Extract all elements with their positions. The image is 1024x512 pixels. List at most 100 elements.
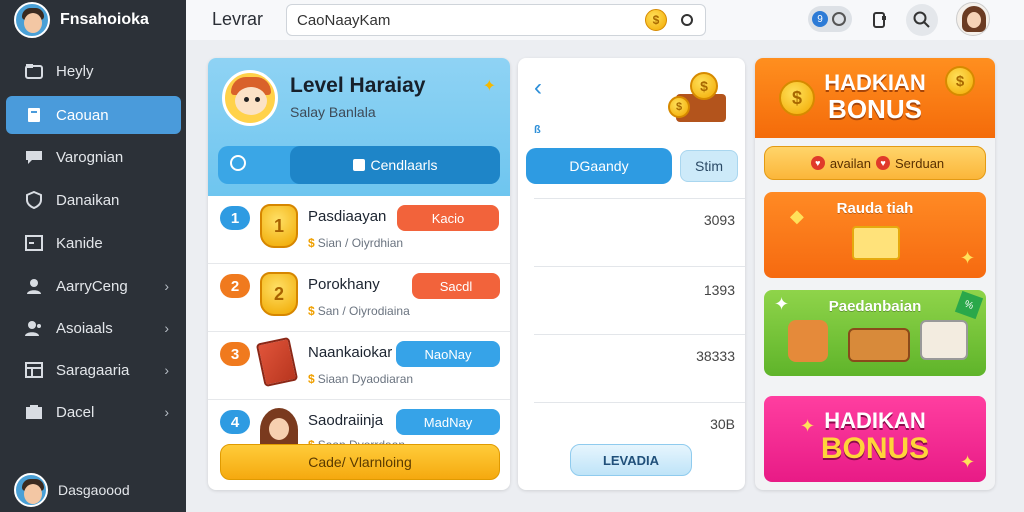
promo-tile-label: Paedanbaian <box>828 298 922 315</box>
brand-avatar <box>14 2 50 38</box>
divider <box>534 198 745 199</box>
brand-name: Fnsahoioka <box>60 11 149 28</box>
sidebar-item-caouan[interactable]: Caouan <box>6 96 181 134</box>
leaderboard-cta-button[interactable]: Cade/ Vlarnloing <box>220 444 500 480</box>
bonus-banner[interactable]: $ $ HADKIAN BONUS <box>755 58 995 138</box>
sidebar-item-asoiaals[interactable]: Asoiaals › <box>6 309 181 347</box>
sidebar-item-danaikan[interactable]: Danaikan <box>6 181 181 219</box>
stats-label: ß <box>534 124 541 136</box>
pink-bonus-line1: HADIKAN <box>824 408 926 433</box>
lock-icon <box>352 159 365 171</box>
stat-value: 3093 <box>703 212 735 228</box>
search-input[interactable] <box>297 11 627 29</box>
leaderboard-row[interactable]: 3 Naankaiokar $ Siaan Dyaodiaran NaoNay <box>208 332 510 400</box>
sidebar-item-heyly[interactable]: Heyly <box>6 52 181 90</box>
sidebar-item-aarryceng[interactable]: AarryCeng › <box>6 267 181 305</box>
leaderboard-panel: Level Haraiay Salay Banlala ✦ Cendlaarls… <box>208 58 510 490</box>
stats-cta-button[interactable]: LEVADIA <box>570 444 692 476</box>
coin-dot-icon: $ <box>308 304 315 318</box>
star-icon: ◆ <box>790 206 804 226</box>
promo-filter-pill[interactable]: ♥ availan ♥ Serduan <box>764 146 986 180</box>
star-icon: ✦ <box>960 452 976 472</box>
sidebar-item-label: Saragaaria <box>56 361 130 379</box>
search-icon[interactable] <box>230 155 246 171</box>
sidebar-item-label: Varognian <box>56 148 124 166</box>
record-icon[interactable] <box>681 14 693 26</box>
footer-username: Dasgaoood <box>58 482 130 498</box>
stats-panel: ‹ ß $ $ DGaandy Stim 3093 1393 38333 30B… <box>518 58 745 490</box>
profile-avatar[interactable] <box>956 2 990 36</box>
sidebar-item-label: Heyly <box>56 62 94 80</box>
trophy-icon: 2 <box>260 272 300 320</box>
primary-stats-button[interactable]: DGaandy <box>526 148 672 184</box>
player-meta: $ Sian / Oiyrdhian <box>308 236 404 250</box>
leaderboard-header: Level Haraiay Salay Banlala ✦ Cendlaarls <box>208 58 510 196</box>
mode-toggle[interactable]: 9 <box>808 6 852 32</box>
player-tag[interactable]: MadNay <box>396 409 500 435</box>
book-icon <box>24 106 44 124</box>
food-box-icon <box>848 328 910 362</box>
user-icon <box>24 277 44 295</box>
sidebar-item-saragaaria[interactable]: Saragaaria › <box>6 351 181 389</box>
topbar: Levrar $ 9 <box>186 0 1024 40</box>
rank-badge: 4 <box>220 410 250 434</box>
coin-dot-icon: $ <box>308 236 315 250</box>
chevron-right-icon: › <box>164 362 169 378</box>
calendar-icon <box>24 234 44 252</box>
promo-tile-butter[interactable]: Rauda tiah ◆ ✦ <box>764 192 986 278</box>
toggle-dot-icon <box>832 12 846 26</box>
user-avatar <box>14 473 48 507</box>
chevron-right-icon: › <box>164 320 169 336</box>
treasure-chest-icon: $ $ <box>668 72 736 126</box>
sidebar-item-dacel[interactable]: Dacel › <box>6 393 181 431</box>
rank-badge: 1 <box>220 206 250 230</box>
promo-pill-left: availan <box>829 155 872 171</box>
stat-value: 1393 <box>703 282 735 298</box>
sidebar-item-label: Dacel <box>56 403 95 421</box>
share-icon[interactable] <box>864 4 896 36</box>
sidebar: Fnsahoioka Heyly Caouan Varognian Danaik… <box>0 0 186 512</box>
sidebar-item-varognian[interactable]: Varognian <box>6 138 181 176</box>
category-button-label: Cendlaarls <box>370 157 438 173</box>
butter-icon <box>852 226 900 260</box>
pink-bonus-line2: BONUS <box>820 432 930 465</box>
search-icon[interactable] <box>906 4 938 36</box>
brand[interactable]: Fnsahoioka <box>0 0 186 40</box>
promo-tile-food[interactable]: Paedanbaian ✦ % <box>764 290 986 376</box>
divider <box>534 402 745 403</box>
sidebar-item-label: Kanide <box>56 234 103 252</box>
leaderboard-subtitle: Salay Banlala <box>290 104 376 120</box>
divider <box>534 334 745 335</box>
player-tag[interactable]: NaoNay <box>396 341 500 367</box>
rank-badge: 3 <box>220 342 250 366</box>
star-icon: ✦ <box>774 294 790 314</box>
chevron-right-icon: › <box>164 404 169 420</box>
mascot-icon <box>788 320 828 362</box>
stat-value: 38333 <box>696 348 735 364</box>
chat-icon <box>24 148 44 166</box>
player-name: Pasdiaayan <box>308 208 387 225</box>
promo-tile-bonus[interactable]: HADIKAN BONUS ✦ ✦ <box>764 396 986 482</box>
sparkle-icon: ✦ <box>482 78 496 95</box>
search-box: $ <box>286 4 706 36</box>
leaderboard-row[interactable]: 2 2 Porokhany $ San / Oiyrodiaina Sacdl <box>208 264 510 332</box>
folder-icon <box>24 62 44 80</box>
sparkle-icon: ✦ <box>800 416 816 436</box>
secondary-stats-button[interactable]: Stim <box>680 150 738 182</box>
coin-dot-icon: $ <box>308 372 315 386</box>
player-tag[interactable]: Sacdl <box>412 273 500 299</box>
card-icon <box>255 336 300 388</box>
sidebar-footer-user[interactable]: Dasgaoood <box>14 470 130 510</box>
shield-icon <box>24 191 44 209</box>
bento-icon <box>920 320 968 360</box>
leaderboard-row[interactable]: 1 1 Pasdiaayan $ Sian / Oiyrdhian Kacio <box>208 196 510 264</box>
player-tag[interactable]: Kacio <box>397 205 499 231</box>
back-arrow-icon[interactable]: ‹ <box>534 74 542 102</box>
page-title: Levrar <box>212 9 264 29</box>
category-button[interactable]: Cendlaarls <box>290 146 500 184</box>
sidebar-item-kanide[interactable]: Kanide <box>6 224 181 262</box>
divider <box>534 266 745 267</box>
users-icon <box>24 319 44 337</box>
inbox-icon <box>24 403 44 421</box>
sidebar-item-label: AarryCeng <box>56 277 128 295</box>
